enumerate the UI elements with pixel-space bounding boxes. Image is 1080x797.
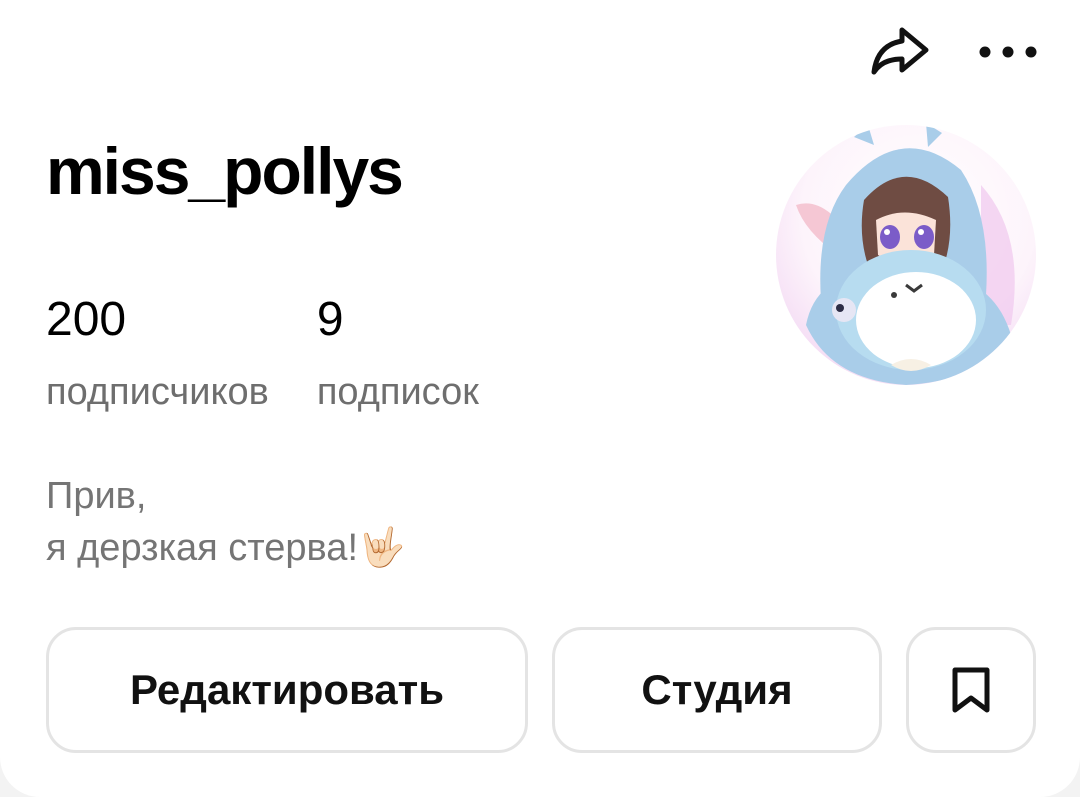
more-button[interactable] — [976, 20, 1040, 84]
saved-button[interactable] — [906, 627, 1036, 753]
studio-button[interactable]: Студия — [552, 627, 882, 753]
share-button[interactable] — [868, 20, 932, 84]
followers-count: 200 — [46, 293, 127, 346]
username: miss_pollys — [46, 134, 404, 208]
profile-bio: Прив, я дерзкая стерва!🤟🏻 — [46, 470, 405, 574]
avatar-image — [776, 125, 1036, 385]
bio-line-2: я дерзкая стерва!🤟🏻 — [46, 527, 406, 569]
bio-line-1: Прив, — [46, 475, 147, 517]
bookmark-icon — [952, 667, 990, 713]
profile-actions: Редактировать Студия — [46, 627, 1036, 753]
following-count: 9 — [316, 293, 344, 346]
profile-stats: 200 подписчиков 9 подписок — [46, 292, 479, 414]
share-icon — [871, 27, 929, 75]
followers-label: подписчиков — [46, 371, 269, 413]
followers-stat[interactable]: 200 подписчиков — [46, 292, 269, 414]
avatar[interactable] — [776, 125, 1036, 385]
profile-page: miss_pollys 200 подписчиков 9 подписок П… — [0, 0, 1080, 797]
following-stat[interactable]: 9 подписок — [317, 292, 479, 414]
more-icon — [979, 46, 1037, 58]
top-actions — [868, 20, 1040, 84]
following-label: подписок — [316, 371, 479, 413]
edit-profile-button[interactable]: Редактировать — [46, 627, 528, 753]
